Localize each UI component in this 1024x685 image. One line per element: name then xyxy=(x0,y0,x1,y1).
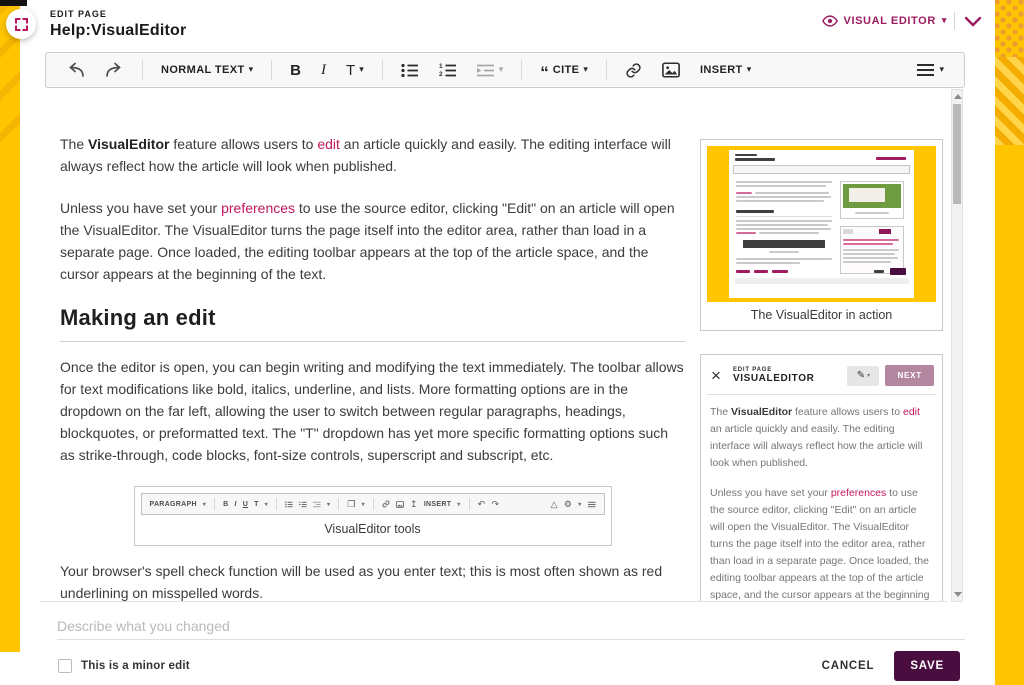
cancel-button[interactable]: CANCEL xyxy=(820,652,877,680)
numbered-list-button[interactable]: 12 xyxy=(431,59,465,82)
undo-button[interactable] xyxy=(58,58,93,82)
caret-down-icon: ▾ xyxy=(747,65,752,74)
mini-toolbar-image: PARAGRAPH▾ BIUT▾ ▾ ❐▾ ↥ INSERT▾ ↶ ↷ △ xyxy=(141,493,605,515)
scrollbar-thumb[interactable] xyxy=(953,104,961,204)
bullet-list-icon xyxy=(285,501,293,508)
thumbnail-caption: The VisualEditor in action xyxy=(707,302,936,324)
minor-edit-checkbox[interactable] xyxy=(58,659,72,673)
expand-icon xyxy=(15,18,28,31)
image-icon xyxy=(396,501,404,508)
svg-text:2: 2 xyxy=(439,71,443,78)
page-options-dropdown[interactable]: ▾ xyxy=(909,59,952,81)
edit-link[interactable]: edit xyxy=(317,136,340,152)
pencil-dropdown: ✎▾ xyxy=(847,366,879,386)
paragraph-format-dropdown[interactable]: NORMAL TEXT ▾ xyxy=(153,60,261,80)
figure-caption: VisualEditor tools xyxy=(135,515,611,545)
hamburger-icon xyxy=(588,501,596,508)
caret-down-icon: ▾ xyxy=(942,16,947,25)
expand-editor-button[interactable] xyxy=(6,9,36,39)
figure-visualeditor-in-action[interactable]: The VisualEditor in action xyxy=(700,139,943,331)
edit-summary-input[interactable] xyxy=(57,612,965,640)
caret-down-icon: ▾ xyxy=(583,65,588,74)
numbered-list-icon xyxy=(299,501,307,508)
redo-button[interactable] xyxy=(97,58,132,82)
paragraph-3: Once the editor is open, you can begin w… xyxy=(60,356,685,466)
warning-icon: △ xyxy=(551,500,558,509)
mobile-page-title: VISUALEDITOR xyxy=(733,373,848,384)
divider xyxy=(954,12,955,30)
stripe-pattern xyxy=(995,57,1024,145)
close-icon: × xyxy=(709,367,727,384)
edit-page-label: EDIT PAGE xyxy=(50,9,186,19)
figure-visualeditor-tools[interactable]: PARAGRAPH▾ BIUT▾ ▾ ❐▾ ↥ INSERT▾ ↶ ↷ △ xyxy=(134,486,612,546)
editor-toolbar: NORMAL TEXT ▾ B I T ▾ 12 ▾ “ CITE ▾ xyxy=(45,52,965,88)
scroll-up-arrow[interactable] xyxy=(954,94,962,99)
collapse-chevron-button[interactable] xyxy=(962,14,984,29)
link-icon xyxy=(382,500,390,508)
thumbnail-image xyxy=(707,146,936,302)
italic-button[interactable]: I xyxy=(313,58,334,83)
cite-dropdown[interactable]: “ CITE ▾ xyxy=(532,60,596,80)
dot-pattern xyxy=(995,0,1024,57)
divider xyxy=(142,60,143,80)
frames-icon: ❐ xyxy=(347,500,355,509)
paragraph-2: Unless you have set your preferences to … xyxy=(60,197,685,285)
indent-dropdown[interactable]: ▾ xyxy=(469,59,512,82)
caret-down-icon: ▾ xyxy=(249,65,254,74)
text-style-dropdown[interactable]: T ▾ xyxy=(338,58,372,83)
page-title: Help:VisualEditor xyxy=(50,22,186,40)
divider xyxy=(521,60,522,80)
save-button[interactable]: SAVE xyxy=(894,651,960,681)
left-brand-stripe xyxy=(0,0,20,652)
scroll-down-arrow[interactable] xyxy=(954,592,962,597)
paragraph-1: The VisualEditor feature allows users to… xyxy=(60,133,685,177)
paragraph-4: Your browser's spell check function will… xyxy=(60,560,685,602)
caret-down-icon: ▾ xyxy=(939,65,944,74)
upload-icon: ↥ xyxy=(410,500,418,509)
redo-icon: ↷ xyxy=(491,500,499,509)
window-corner xyxy=(0,0,27,6)
divider xyxy=(271,60,272,80)
mode-label: VISUAL EDITOR xyxy=(844,15,936,27)
figure-mobile-visualeditor[interactable]: × EDIT PAGE VISUALEDITOR ✎▾ NEXT The Vis… xyxy=(700,354,943,602)
right-brand-stripe xyxy=(995,0,1024,685)
vertical-scrollbar[interactable] xyxy=(951,89,963,602)
gear-icon: ⚙ xyxy=(564,500,572,509)
caret-down-icon: ▾ xyxy=(499,65,504,74)
svg-text:1: 1 xyxy=(439,63,443,70)
visual-editor-mode-dropdown[interactable]: VISUAL EDITOR ▾ xyxy=(822,15,947,27)
eye-icon xyxy=(822,15,838,27)
article-body: The VisualEditor feature allows users to… xyxy=(60,89,685,602)
bold-button[interactable]: B xyxy=(282,58,309,83)
minor-edit-label: This is a minor edit xyxy=(81,660,190,672)
mobile-editor-body: The VisualEditor feature allows users to… xyxy=(707,395,936,602)
link-button[interactable] xyxy=(617,58,650,83)
indent-icon xyxy=(313,501,321,508)
article-thumbnails: The VisualEditor in action × EDIT PAGE V… xyxy=(700,139,943,602)
bullet-list-button[interactable] xyxy=(393,59,427,82)
divider xyxy=(606,60,607,80)
preferences-link[interactable]: preferences xyxy=(221,200,295,216)
editor-content-area[interactable]: The VisualEditor feature allows users to… xyxy=(40,89,947,602)
next-button: NEXT xyxy=(885,365,934,386)
image-button[interactable] xyxy=(654,58,688,82)
quote-icon: “ xyxy=(540,68,549,78)
pencil-icon: ✎ xyxy=(857,370,865,381)
divider xyxy=(382,60,383,80)
mobile-editor-header: × EDIT PAGE VISUALEDITOR ✎▾ NEXT xyxy=(707,361,936,395)
caret-down-icon: ▾ xyxy=(359,65,364,74)
section-heading: Making an edit xyxy=(60,305,685,342)
undo-icon: ↶ xyxy=(478,500,486,509)
insert-dropdown[interactable]: INSERT ▾ xyxy=(692,60,759,80)
